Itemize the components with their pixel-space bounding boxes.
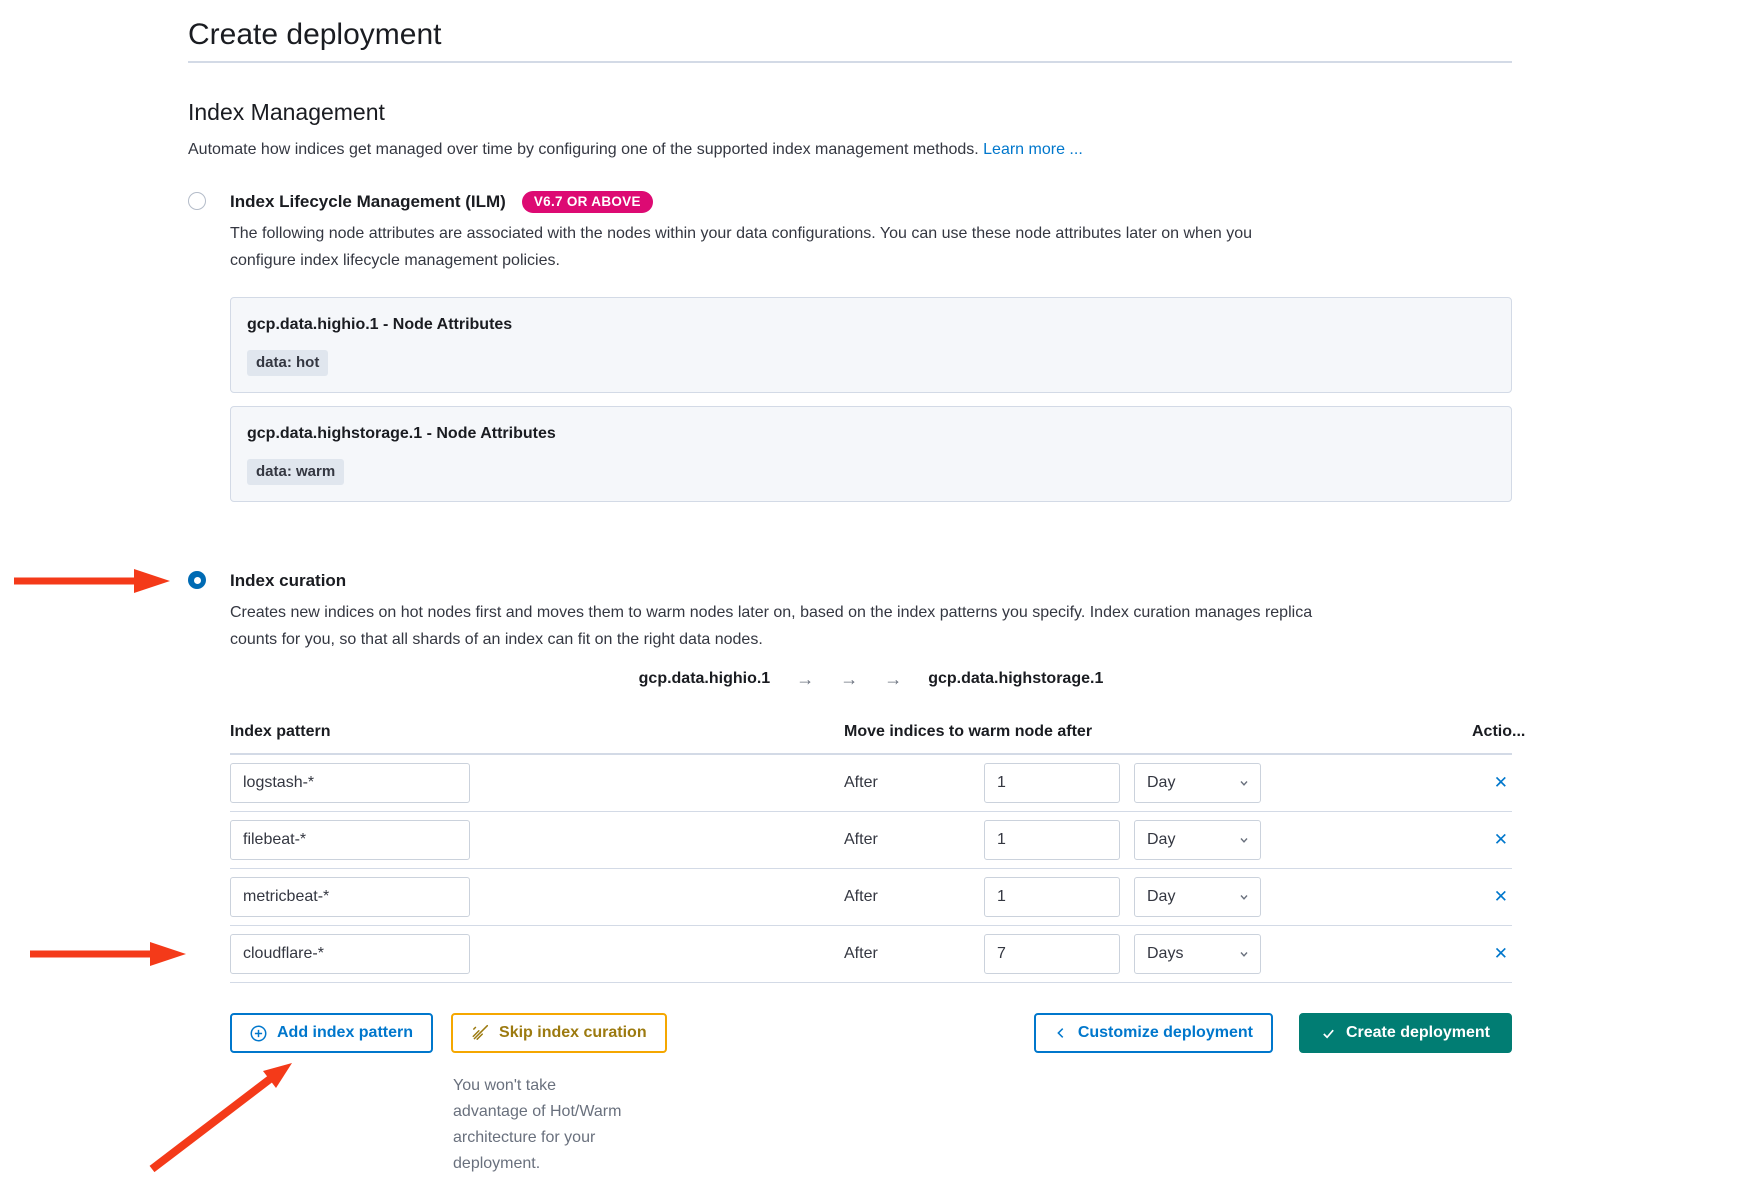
arrow-right-icon: → — [884, 670, 902, 688]
flow-source-node: gcp.data.highio.1 — [639, 670, 771, 688]
annotation-arrow-add-button — [144, 1057, 300, 1175]
table-row-filebeat: After Day ✕ — [230, 812, 1512, 869]
unit-select-value: Days — [1147, 945, 1183, 963]
curation-radio[interactable] — [188, 571, 206, 589]
panel-title: gcp.data.highio.1 - Node Attributes — [247, 314, 1495, 336]
skip-button-label: Skip index curation — [499, 1024, 647, 1042]
customize-deployment-button[interactable]: Customize deployment — [1034, 1013, 1273, 1053]
annotation-arrow-cloudflare-row — [28, 940, 186, 968]
title-divider — [188, 61, 1512, 63]
unit-select[interactable]: Days — [1134, 934, 1261, 974]
node-attributes-panel-highio: gcp.data.highio.1 - Node Attributes data… — [230, 297, 1512, 393]
curation-option-description: Creates new indices on hot nodes first a… — [230, 599, 1320, 653]
create-button-label: Create deployment — [1346, 1024, 1490, 1042]
header-index-pattern: Index pattern — [230, 721, 844, 743]
remove-row-button[interactable]: ✕ — [1490, 773, 1512, 793]
broom-icon — [471, 1024, 489, 1042]
unit-select[interactable]: Day — [1134, 820, 1261, 860]
unit-select[interactable]: Day — [1134, 763, 1261, 803]
actions-right: Customize deployment Create deployment — [1034, 1013, 1512, 1053]
arrow-right-icon: → — [840, 670, 858, 688]
table-row-logstash: After Day ✕ — [230, 755, 1512, 812]
main-content: Create deployment Index Management Autom… — [188, 0, 1512, 1177]
curation-option-label: Index curation — [230, 568, 346, 593]
create-deployment-page: Create deployment Index Management Autom… — [0, 0, 1756, 1180]
header-move-indices: Move indices to warm node after — [844, 721, 1472, 743]
remove-row-button[interactable]: ✕ — [1490, 887, 1512, 907]
add-button-wrap: Add index pattern — [230, 1013, 433, 1053]
after-value-input[interactable] — [984, 934, 1120, 974]
chevron-down-icon — [1238, 777, 1250, 789]
unit-select-value: Day — [1147, 831, 1175, 849]
section-intro: Automate how indices get managed over ti… — [188, 137, 1512, 163]
customize-button-label: Customize deployment — [1078, 1024, 1253, 1042]
node-attribute-badge: data: hot — [247, 350, 328, 376]
create-deployment-button[interactable]: Create deployment — [1299, 1013, 1512, 1053]
skip-index-curation-button[interactable]: Skip index curation — [451, 1013, 667, 1053]
section-title: Index Management — [188, 97, 1512, 127]
chevron-down-icon — [1238, 834, 1250, 846]
ilm-option-description: The following node attributes are associ… — [230, 220, 1320, 274]
version-badge: V6.7 OR ABOVE — [522, 191, 653, 213]
section-intro-text: Automate how indices get managed over ti… — [188, 141, 979, 158]
add-index-pattern-button[interactable]: Add index pattern — [230, 1013, 433, 1053]
learn-more-link[interactable]: Learn more ... — [983, 141, 1083, 158]
curation-option-head: Index curation — [230, 568, 1512, 593]
index-pattern-input[interactable] — [230, 877, 470, 917]
option-curation: Index curation Creates new indices on ho… — [188, 568, 1512, 1177]
after-value-input[interactable] — [984, 877, 1120, 917]
arrow-right-icon: → — [796, 670, 814, 688]
actions-bar: Add index pattern — [230, 1013, 1512, 1177]
plus-in-circle-icon — [250, 1025, 267, 1042]
after-label: After — [844, 774, 984, 792]
chevron-down-icon — [1238, 948, 1250, 960]
check-icon — [1321, 1026, 1336, 1041]
skip-warning-note: You won't take advantage of Hot/Warm arc… — [453, 1073, 628, 1177]
unit-select-value: Day — [1147, 774, 1175, 792]
header-actions: Actio... — [1472, 721, 1512, 743]
after-label: After — [844, 831, 984, 849]
unit-select[interactable]: Day — [1134, 877, 1261, 917]
ilm-option-label: Index Lifecycle Management (ILM) — [230, 189, 506, 214]
remove-row-button[interactable]: ✕ — [1490, 830, 1512, 850]
unit-select-value: Day — [1147, 888, 1175, 906]
index-pattern-input[interactable] — [230, 934, 470, 974]
after-value-input[interactable] — [984, 820, 1120, 860]
node-attribute-badge: data: warm — [247, 459, 344, 485]
after-value-input[interactable] — [984, 763, 1120, 803]
table-header-row: Index pattern Move indices to warm node … — [230, 721, 1512, 755]
index-pattern-table: Index pattern Move indices to warm node … — [230, 721, 1512, 983]
skip-button-col: Skip index curation You won't take advan… — [451, 1013, 667, 1177]
remove-row-button[interactable]: ✕ — [1490, 944, 1512, 964]
chevron-down-icon — [1238, 891, 1250, 903]
node-attributes-panel-highstorage: gcp.data.highstorage.1 - Node Attributes… — [230, 406, 1512, 502]
table-row-cloudflare: After Days ✕ — [230, 926, 1512, 983]
index-pattern-input[interactable] — [230, 763, 470, 803]
curation-flow: gcp.data.highio.1 → → → gcp.data.highsto… — [230, 670, 1512, 688]
chevron-left-icon — [1054, 1026, 1068, 1040]
ilm-option-head: Index Lifecycle Management (ILM) V6.7 OR… — [230, 189, 1512, 214]
table-row-metricbeat: After Day ✕ — [230, 869, 1512, 926]
index-pattern-input[interactable] — [230, 820, 470, 860]
ilm-radio[interactable] — [188, 192, 206, 210]
annotation-arrow-curation-radio — [12, 567, 170, 595]
curation-option-body: Index curation Creates new indices on ho… — [230, 568, 1512, 1177]
ilm-option-body: Index Lifecycle Management (ILM) V6.7 OR… — [230, 189, 1512, 502]
after-label: After — [844, 888, 984, 906]
after-label: After — [844, 945, 984, 963]
panel-title: gcp.data.highstorage.1 - Node Attributes — [247, 423, 1495, 445]
add-button-label: Add index pattern — [277, 1024, 413, 1042]
actions-left: Add index pattern — [230, 1013, 667, 1177]
option-ilm: Index Lifecycle Management (ILM) V6.7 OR… — [188, 189, 1512, 502]
page-title: Create deployment — [188, 16, 1512, 54]
flow-target-node: gcp.data.highstorage.1 — [928, 670, 1103, 688]
